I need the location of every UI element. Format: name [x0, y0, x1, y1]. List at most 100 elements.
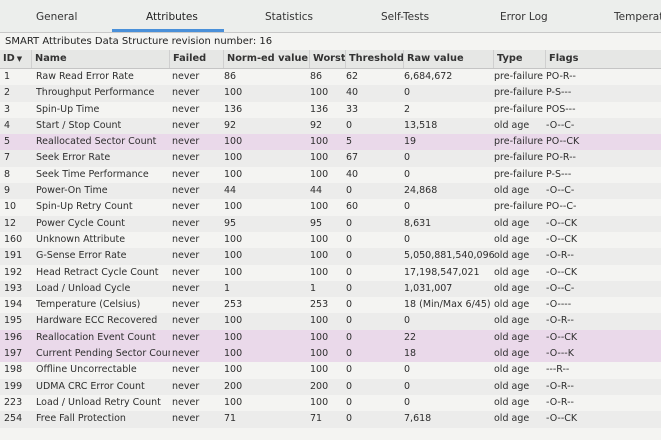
cell-type: old age — [494, 299, 530, 311]
column-header-worst[interactable]: Worst — [310, 50, 346, 68]
cell-flags: -O--CK — [546, 217, 578, 229]
table-row[interactable]: 197 Current Pending Sector Count never 100 1… — [0, 346, 661, 363]
column-header-raw-value[interactable]: Raw value — [404, 50, 494, 68]
column-header-failed[interactable]: Failed — [170, 50, 224, 68]
cell-worst: 100 — [310, 250, 329, 262]
cell-name: Free Fall Protection — [36, 413, 126, 425]
cell-flags: -O--CK — [546, 331, 578, 343]
table-row[interactable]: 223 Load / Unload Retry Count never 100 100 0… — [0, 395, 661, 411]
cell-normalized-value: 100 — [224, 152, 243, 164]
cell-raw-value: 19 — [404, 136, 417, 148]
cell-threshold: 0 — [346, 185, 353, 197]
cell-type: pre-failure — [494, 136, 544, 148]
cell-id: 195 — [4, 315, 23, 327]
cell-failed: never — [172, 233, 200, 245]
cell-type: old age — [494, 380, 530, 392]
cell-worst: 136 — [310, 103, 329, 115]
cell-raw-value: 8,631 — [404, 217, 432, 229]
tab-statistics[interactable]: Statistics — [265, 0, 313, 32]
table-row[interactable]: 196 Reallocation Event Count never 100 100 0 2… — [0, 329, 661, 347]
cell-threshold: 0 — [346, 315, 353, 327]
cell-flags: -O--C- — [546, 119, 575, 131]
cell-normalized-value: 100 — [224, 266, 243, 278]
table-row[interactable]: 5 Reallocated Sector Count never 100 100 5 19 p… — [0, 134, 661, 151]
table-row[interactable]: 7 Seek Error Rate never 100 100 67 0 pre-failur… — [0, 150, 661, 167]
cell-failed: never — [172, 315, 200, 327]
tab-error-log[interactable]: Error Log — [500, 0, 548, 32]
column-header-normalized-value[interactable]: Norm-ed value — [224, 50, 310, 68]
table-row[interactable]: 1 Raw Read Error Rate never 86 86 62 6,684,672… — [0, 69, 661, 85]
cell-threshold: 0 — [346, 299, 353, 311]
cell-worst: 95 — [310, 217, 323, 229]
table-row[interactable]: 194 Temperature (Celsius) never 253 253 0 18 (… — [0, 297, 661, 313]
cell-id: 1 — [4, 71, 11, 82]
cell-id: 193 — [4, 282, 23, 294]
cell-type: old age — [494, 413, 530, 425]
cell-raw-value: 0 — [404, 152, 411, 164]
table-row[interactable]: 192 Head Retract Cycle Count never 100 100 0 1… — [0, 265, 661, 281]
cell-failed: never — [172, 380, 200, 392]
cell-worst: 44 — [310, 185, 323, 197]
table-row[interactable]: 12 Power Cycle Count never 95 95 0 8,631 old ag… — [0, 215, 661, 232]
cell-raw-value: 5,050,881,540,096 — [404, 250, 494, 262]
cell-failed: never — [172, 348, 200, 360]
cell-id: 8 — [4, 168, 11, 180]
cell-worst: 1 — [310, 282, 317, 294]
table-row[interactable]: 198 Offline Uncorrectable never 100 100 0 0 old… — [0, 362, 661, 378]
cell-flags: -O--C- — [546, 282, 575, 294]
table-row[interactable]: 199 UDMA CRC Error Count never 200 200 0 0 old … — [0, 378, 661, 395]
cell-worst: 100 — [310, 364, 329, 376]
tab-self-tests[interactable]: Self-Tests — [381, 0, 429, 32]
table-row[interactable]: 193 Load / Unload Cycle never 1 1 0 1,031,007 o… — [0, 280, 661, 298]
cell-id: 9 — [4, 185, 11, 197]
cell-name: UDMA CRC Error Count — [36, 380, 145, 392]
table-row[interactable]: 3 Spin-Up Time never 136 136 33 2 pre-failure PO… — [0, 102, 661, 118]
cell-worst: 100 — [310, 396, 329, 408]
cell-normalized-value: 100 — [224, 364, 243, 376]
table-row[interactable]: 8 Seek Time Performance never 100 100 40 0 pre-… — [0, 167, 661, 183]
cell-name: Throughput Performance — [36, 87, 155, 99]
cell-normalized-value: 200 — [224, 380, 243, 392]
table-row[interactable]: 4 Start / Stop Count never 92 92 0 13,518 old a… — [0, 117, 661, 135]
column-header-name[interactable]: Name — [32, 50, 170, 68]
column-header-id[interactable]: ID ▼ — [0, 50, 32, 68]
cell-name: Temperature (Celsius) — [36, 299, 141, 311]
table-row[interactable]: 9 Power-On Time never 44 44 0 24,868 old age -O-… — [0, 183, 661, 200]
cell-threshold: 0 — [346, 396, 353, 408]
table-row[interactable]: 10 Spin-Up Retry Count never 100 100 60 0 pre-f… — [0, 199, 661, 215]
tab-temperature[interactable]: Temperatu — [614, 0, 661, 32]
table-row[interactable]: 160 Unknown Attribute never 100 100 0 0 old age… — [0, 232, 661, 248]
cell-flags: -O-R-- — [546, 396, 574, 408]
cell-worst: 100 — [310, 315, 329, 327]
cell-type: old age — [494, 266, 530, 278]
cell-normalized-value: 95 — [224, 217, 237, 229]
cell-type: pre-failure — [494, 103, 544, 115]
cell-id: 199 — [4, 380, 23, 392]
cell-id: 194 — [4, 299, 23, 311]
cell-failed: never — [172, 250, 200, 262]
cell-flags: -O--C- — [546, 185, 575, 197]
revision-label: SMART Attributes Data Structure revision… — [5, 36, 273, 47]
cell-worst: 100 — [310, 87, 329, 99]
column-header-type[interactable]: Type — [494, 50, 546, 68]
cell-normalized-value: 100 — [224, 87, 243, 99]
cell-flags: -O--CK — [546, 413, 578, 425]
cell-worst: 92 — [310, 119, 323, 131]
cell-name: Load / Unload Cycle — [36, 282, 131, 294]
cell-raw-value: 0 — [404, 201, 411, 213]
table-row[interactable]: 191 G-Sense Error Rate never 100 100 0 5,050,8… — [0, 248, 661, 265]
column-header-threshold[interactable]: Threshold — [346, 50, 404, 68]
tab-general[interactable]: General — [36, 0, 77, 32]
cell-threshold: 40 — [346, 168, 359, 180]
cell-name: Load / Unload Retry Count — [36, 396, 161, 408]
column-header-flags[interactable]: Flags — [546, 50, 661, 68]
table-row[interactable]: 254 Free Fall Protection never 71 71 0 7,618 ol… — [0, 411, 661, 428]
cell-flags: PO-R-- — [546, 152, 576, 164]
tab-attributes[interactable]: Attributes — [146, 0, 198, 32]
cell-flags: POS--- — [546, 103, 576, 115]
table-row[interactable]: 195 Hardware ECC Recovered never 100 100 0 0 ol… — [0, 313, 661, 330]
cell-flags: -O--CK — [546, 266, 578, 278]
cell-failed: never — [172, 331, 200, 343]
table-row[interactable]: 2 Throughput Performance never 100 100 40 0 pre… — [0, 85, 661, 102]
cell-normalized-value: 100 — [224, 136, 243, 148]
